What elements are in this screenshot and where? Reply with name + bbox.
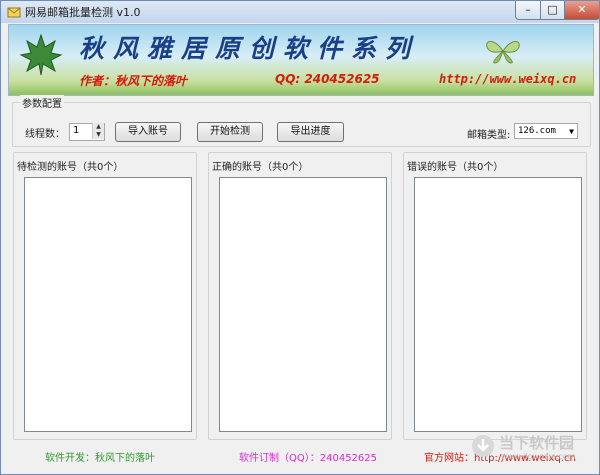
download-icon bbox=[472, 435, 494, 457]
pending-label: 待检测的账号（共0个） bbox=[17, 162, 124, 173]
error-listbox[interactable] bbox=[414, 177, 582, 432]
config-group: 参数配置 线程数： 1 ▲ ▼ 导入账号 开始检测 导出进度 邮箱类型: 126… bbox=[12, 95, 591, 147]
app-icon bbox=[7, 7, 21, 18]
banner-qq: QQ: 240452625 bbox=[275, 72, 380, 86]
butterfly-icon bbox=[486, 41, 520, 64]
threads-spin-buttons[interactable]: ▲ ▼ bbox=[92, 123, 104, 139]
minimize-button[interactable]: – bbox=[515, 1, 541, 20]
spin-down-icon[interactable]: ▼ bbox=[93, 131, 104, 139]
banner: 秋风雅居原创软件系列 作者：秋风下的落叶 QQ: 240452625 http:… bbox=[8, 24, 594, 96]
chevron-down-icon: ▼ bbox=[569, 127, 574, 136]
pending-panel: 待检测的账号（共0个） bbox=[13, 152, 197, 440]
maximize-button[interactable]: □ bbox=[540, 1, 565, 20]
banner-url: http://www.weixq.cn bbox=[439, 72, 577, 86]
watermark-text: 当下软件园 bbox=[499, 434, 575, 452]
error-panel: 错误的账号（共0个） bbox=[403, 152, 587, 440]
window-title: 网易邮箱批量检测 v1.0 bbox=[25, 6, 141, 19]
footer-developer: 软件开发：秋风下的落叶 bbox=[45, 453, 155, 464]
mailbox-type-select[interactable]: 126.com ▼ bbox=[514, 123, 578, 139]
footer-order: 软件订制（QQ）：240452625 bbox=[239, 453, 378, 464]
banner-title: 秋风雅居原创软件系列 bbox=[79, 34, 420, 63]
banner-author: 作者：秋风下的落叶 bbox=[79, 74, 188, 88]
error-label: 错误的账号（共0个） bbox=[407, 162, 504, 173]
app-window: 网易邮箱批量检测 v1.0 – □ ✕ 秋风雅居原创软件系列 作者：秋风下的落叶… bbox=[0, 0, 600, 475]
mailbox-type-label: 邮箱类型: bbox=[467, 130, 511, 141]
maple-leaf-icon bbox=[19, 33, 63, 76]
threads-value: 1 bbox=[73, 125, 80, 136]
export-button[interactable]: 导出进度 bbox=[277, 122, 344, 142]
pending-listbox[interactable] bbox=[24, 177, 192, 432]
close-button[interactable]: ✕ bbox=[564, 1, 599, 20]
import-button[interactable]: 导入账号 bbox=[115, 122, 181, 142]
start-button[interactable]: 开始检测 bbox=[197, 122, 263, 142]
watermark: 当下软件园 www.downxia.com bbox=[471, 432, 591, 462]
threads-label: 线程数： bbox=[25, 129, 65, 140]
mailbox-type-value: 126.com bbox=[518, 126, 556, 136]
spin-up-icon[interactable]: ▲ bbox=[93, 123, 104, 131]
title-bar[interactable]: 网易邮箱批量检测 v1.0 – □ ✕ bbox=[1, 1, 599, 23]
watermark-url: www.downxia.com bbox=[501, 452, 576, 461]
correct-listbox[interactable] bbox=[219, 177, 387, 432]
correct-label: 正确的账号（共0个） bbox=[212, 162, 309, 173]
config-group-label: 参数配置 bbox=[20, 95, 64, 110]
correct-panel: 正确的账号（共0个） bbox=[208, 152, 392, 440]
